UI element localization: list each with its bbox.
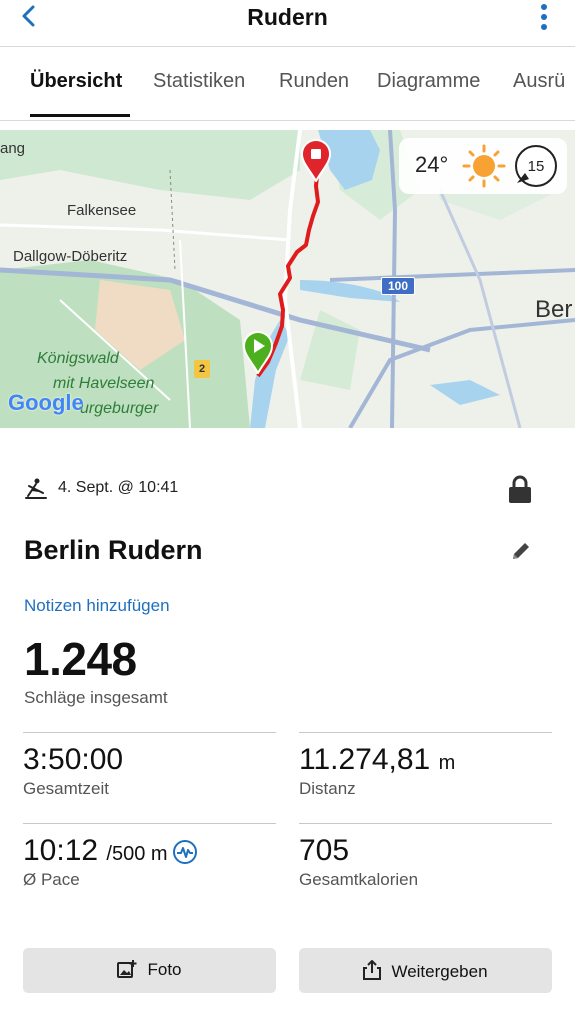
start-marker-icon [242,331,274,374]
end-marker-icon [300,139,332,182]
pace-chart-icon[interactable] [172,839,198,865]
stat-distance: 11.274,81 m Distanz [299,732,552,813]
sun-icon [462,144,506,188]
stat-value: 11.274,81 [299,743,431,776]
stat-label: Ø Pace [23,870,80,889]
map-label: Falkensee [67,202,137,219]
map-label: Ber [535,296,573,323]
stat-label: Gesamtzeit [23,779,109,798]
tab-uebersicht[interactable]: Übersicht [30,70,122,93]
add-photo-icon [117,960,137,978]
stat-value: 10:12 [23,834,99,867]
map-label: Königswald [37,350,119,367]
stat-total-calories: 705 Gesamtkalorien [299,823,552,904]
more-vertical-icon[interactable] [539,3,549,31]
activity-title: Berlin Rudern [24,535,203,565]
stat-unit: m [438,752,456,774]
active-tab-indicator [30,114,130,117]
map-label: Dallgow-Döberitz [13,248,128,265]
lock-icon[interactable] [507,474,533,504]
photo-button-label: Foto [147,960,182,979]
share-button[interactable]: Weitergeben [299,948,552,993]
photo-button[interactable]: Foto [23,948,276,993]
tab-runden[interactable]: Runden [279,70,349,93]
tab-bar: Übersicht Statistiken Runden Diagramme A… [0,48,575,121]
stat-value: 705 [299,834,350,867]
temperature: 24° [415,152,449,177]
total-strokes-value: 1.248 [24,633,137,685]
wind-speed: 15 [527,158,545,175]
edit-pencil-icon[interactable] [510,540,532,562]
total-strokes-label: Schläge insgesamt [24,688,168,707]
google-logo: Google [8,390,84,415]
stat-value: 3:50:00 [23,743,124,776]
map-label: urgeburger [80,400,159,417]
share-button-label: Weitergeben [391,962,488,981]
rowing-icon [25,478,47,499]
page-title: Rudern [247,4,328,30]
road-badge: 100 [381,277,415,295]
stat-label: Gesamtkalorien [299,870,419,889]
stat-total-time: 3:50:00 Gesamtzeit [23,732,276,813]
stat-label: Distanz [299,779,356,798]
share-icon [363,959,382,980]
stat-unit: /500 m [106,843,168,865]
tab-diagramme[interactable]: Diagramme [377,70,480,93]
road-badge: 2 [194,360,210,378]
weather-overlay: 24° 15 [399,138,567,194]
top-bar: Rudern [0,0,575,47]
add-notes-link[interactable]: Notizen hinzufügen [24,596,170,616]
activity-datetime: 4. Sept. @ 10:41 [58,479,179,496]
tab-ausruestung[interactable]: Ausrü [513,70,565,93]
map-label: ang [0,140,26,157]
stat-avg-pace: 10:12 /500 m Ø Pace [23,823,276,904]
tab-statistiken[interactable]: Statistiken [153,70,245,93]
